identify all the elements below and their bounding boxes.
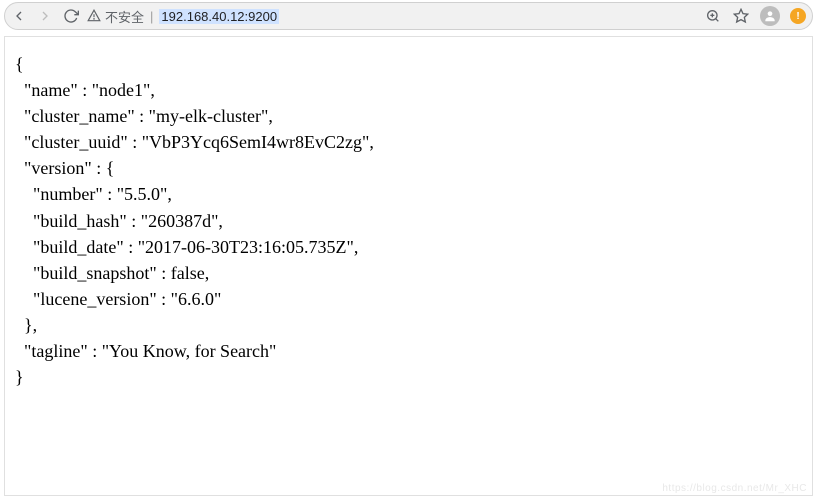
- reload-button[interactable]: [63, 8, 79, 24]
- warning-icon: [87, 9, 101, 23]
- toolbar-right: !: [704, 6, 806, 26]
- star-icon: [733, 8, 749, 24]
- url-text[interactable]: 192.168.40.12:9200: [159, 9, 279, 24]
- zoom-button[interactable]: [704, 7, 722, 25]
- notification-badge[interactable]: !: [790, 8, 806, 24]
- bookmark-button[interactable]: [732, 7, 750, 25]
- watermark-text: https://blog.csdn.net/Mr_XHC: [662, 483, 807, 494]
- badge-text: !: [796, 11, 799, 22]
- arrow-right-icon: [37, 8, 53, 24]
- person-icon: [763, 9, 777, 23]
- address-bar[interactable]: 不安全 | 192.168.40.12:9200: [87, 7, 696, 26]
- arrow-left-icon: [11, 8, 27, 24]
- security-indicator[interactable]: 不安全: [87, 7, 144, 26]
- browser-toolbar: 不安全 | 192.168.40.12:9200 !: [4, 2, 813, 30]
- nav-buttons: [11, 8, 79, 24]
- back-button[interactable]: [11, 8, 27, 24]
- zoom-icon: [705, 8, 721, 24]
- forward-button[interactable]: [37, 8, 53, 24]
- reload-icon: [63, 8, 79, 24]
- profile-button[interactable]: [760, 6, 780, 26]
- separator: |: [150, 9, 153, 24]
- page-content: { "name" : "node1", "cluster_name" : "my…: [4, 36, 813, 496]
- json-response: { "name" : "node1", "cluster_name" : "my…: [15, 51, 802, 390]
- security-label: 不安全: [105, 7, 144, 26]
